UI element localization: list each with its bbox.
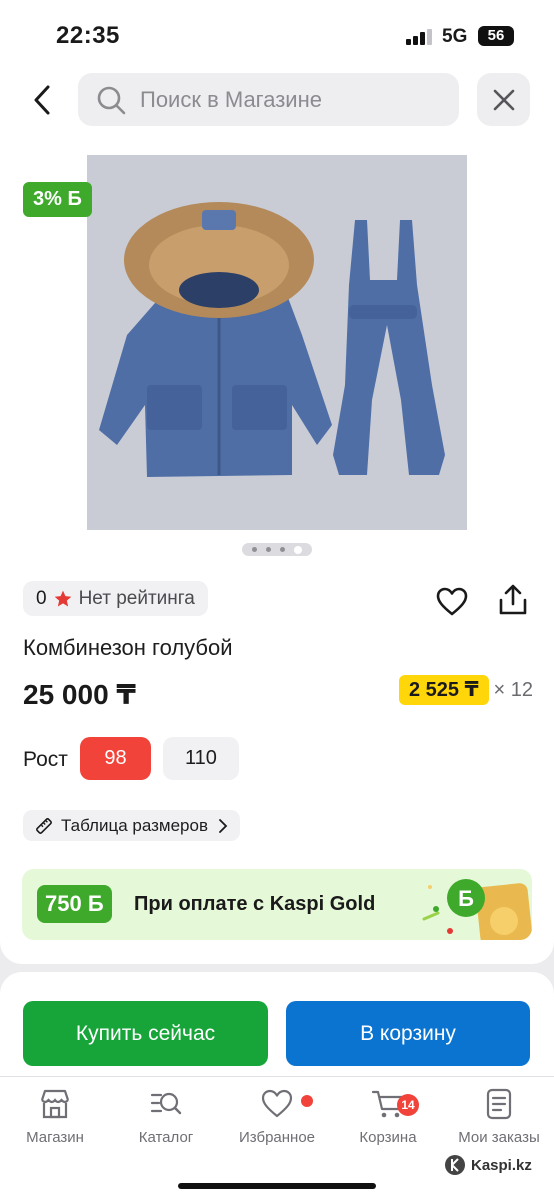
add-to-cart-button[interactable]: В корзину (286, 1001, 530, 1066)
kaspi-gold-card-icon: Б (422, 879, 532, 940)
tab-favorites[interactable]: Избранное (222, 1087, 332, 1146)
kaspi-logo-icon (445, 1155, 465, 1175)
shop-icon (40, 1089, 70, 1119)
tab-cart[interactable]: 14 Корзина (333, 1087, 443, 1146)
carousel-dot[interactable] (251, 547, 257, 552)
bonus-badge: 3% Б (23, 182, 92, 217)
orders-icon (486, 1088, 512, 1120)
search-icon (97, 86, 126, 114)
rating-text: Нет рейтинга (78, 587, 195, 609)
status-bar: 22:35 5G 56 (0, 0, 554, 64)
size-option-98[interactable]: 98 (80, 737, 151, 780)
signal-icon (406, 29, 432, 45)
tab-catalog[interactable]: Каталог (111, 1087, 221, 1146)
network-type: 5G (442, 26, 468, 47)
catalog-search-icon (150, 1092, 182, 1115)
close-icon (493, 89, 514, 110)
rating-pill[interactable]: 0 Нет рейтинга (23, 581, 208, 616)
tab-label: Корзина (359, 1129, 417, 1146)
carousel-dot[interactable] (280, 547, 286, 552)
cart-count-badge: 14 (397, 1094, 419, 1116)
share-icon[interactable] (497, 583, 529, 617)
size-option-110[interactable]: 110 (163, 737, 239, 780)
installment-amount: 2 525 ₸ (399, 675, 489, 705)
tab-label: Мои заказы (458, 1129, 540, 1146)
close-button[interactable] (477, 73, 530, 126)
tab-label: Избранное (238, 1129, 316, 1146)
rating-count: 0 (36, 587, 47, 609)
product-image[interactable] (87, 155, 467, 530)
installment-info[interactable]: 2 525 ₸ × 12 (399, 675, 533, 705)
tab-shop[interactable]: Магазин (0, 1087, 110, 1146)
chevron-left-icon (34, 85, 50, 115)
installment-months: × 12 (493, 678, 534, 701)
image-carousel-indicator[interactable] (242, 543, 312, 556)
heart-icon (261, 1089, 293, 1118)
favorites-dot-badge (301, 1095, 313, 1107)
product-title: Комбинезон голубой (23, 635, 233, 660)
home-indicator (178, 1183, 376, 1189)
product-card: 3% Б 0 Нет рейтинга Комбинезон голубой 2… (0, 138, 554, 964)
gold-bonus-badge: 750 Б (37, 885, 112, 923)
battery-icon: 56 (478, 26, 514, 46)
buy-now-button[interactable]: Купить сейчас (23, 1001, 268, 1066)
watermark-text: Kaspi.kz (471, 1156, 532, 1174)
kaspi-watermark: Kaspi.kz (444, 1154, 532, 1176)
search-box[interactable] (78, 73, 459, 126)
action-panel: Купить сейчас В корзину (0, 972, 554, 1076)
size-label: Рост (23, 748, 68, 771)
favorite-heart-icon[interactable] (436, 586, 468, 618)
product-price: 25 000 ₸ (23, 679, 136, 710)
kaspi-gold-banner[interactable]: 750 Б При оплате с Kaspi Gold Б (22, 869, 532, 940)
tab-orders[interactable]: Мои заказы (444, 1087, 554, 1146)
size-table-label: Таблица размеров (61, 815, 208, 835)
back-button[interactable] (22, 80, 62, 120)
gold-banner-text: При оплате с Kaspi Gold (134, 893, 376, 915)
chevron-right-icon (219, 818, 228, 833)
tab-label: Магазин (26, 1129, 84, 1146)
star-icon (54, 590, 71, 606)
tab-label: Каталог (138, 1129, 194, 1146)
tab-bar: Магазин Каталог Избранное 14 Корзина Мои… (0, 1076, 554, 1200)
carousel-dot[interactable] (265, 547, 271, 552)
snowsuit-illustration (87, 155, 467, 530)
size-table-link[interactable]: Таблица размеров (23, 810, 240, 841)
search-input[interactable] (140, 86, 420, 113)
carousel-dot-active[interactable] (294, 545, 303, 554)
svg-text:Б: Б (458, 886, 474, 911)
search-header (0, 64, 554, 138)
ruler-icon (36, 817, 52, 834)
status-time: 22:35 (56, 22, 120, 49)
